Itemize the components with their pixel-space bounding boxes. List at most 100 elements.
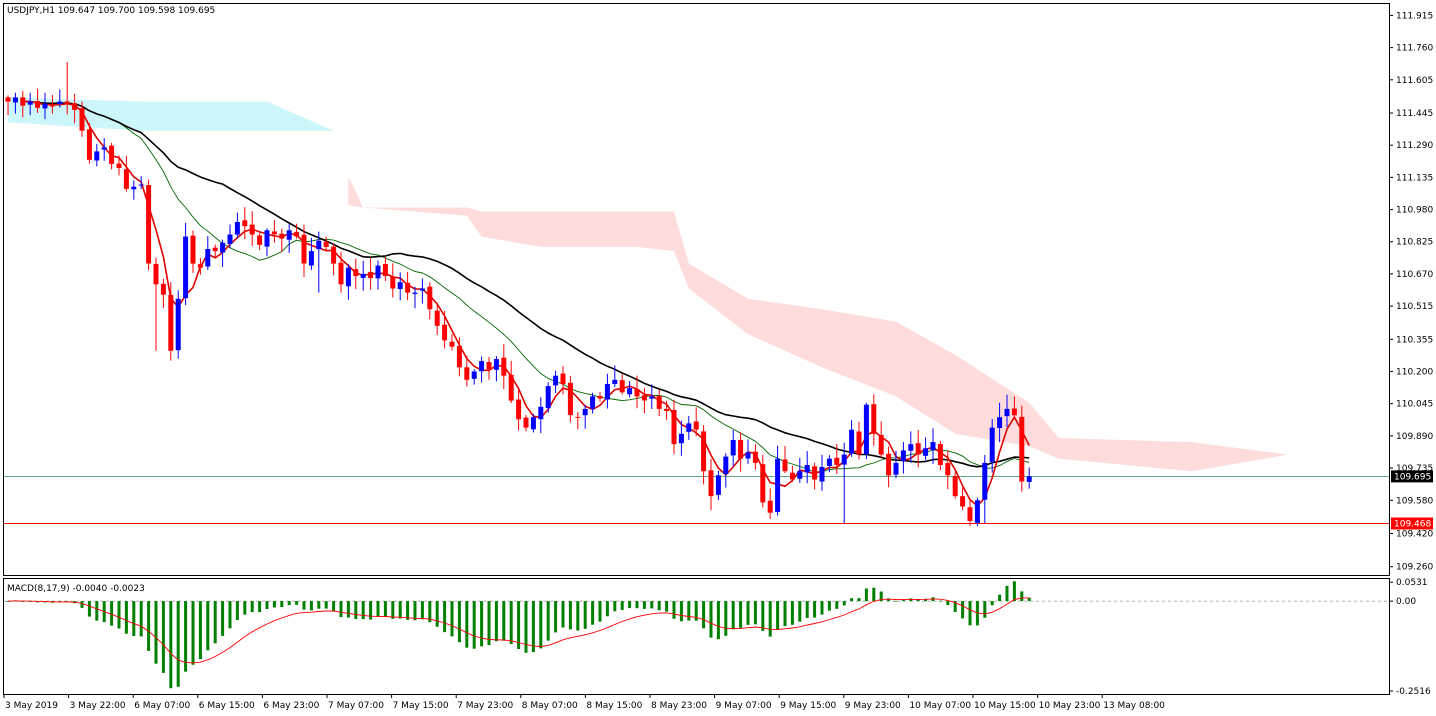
candle-body (1019, 416, 1025, 482)
macd-bar (983, 601, 987, 618)
candle-body (27, 101, 33, 105)
candle-body (678, 433, 684, 444)
candle-body (804, 465, 810, 473)
candle-body (701, 431, 707, 472)
candle-body (863, 404, 869, 455)
macd-bar (235, 601, 239, 620)
candle-body (123, 169, 129, 189)
macd-bar (302, 601, 306, 610)
candle-body (501, 357, 507, 376)
candle-body (146, 185, 152, 264)
macd-bar (361, 601, 365, 620)
candle-body (604, 384, 610, 400)
candle-body (308, 251, 314, 266)
price-tick-label: 111.915 (1396, 11, 1433, 21)
macd-bar (872, 587, 876, 602)
price-tick-label: 111.135 (1396, 173, 1433, 183)
candle-body (64, 101, 70, 104)
candle-body (915, 443, 921, 455)
candle-body (486, 362, 492, 370)
candle-body (523, 417, 529, 428)
candle-body (20, 97, 26, 106)
price-tick-label: 109.260 (1396, 563, 1433, 573)
macd-bar (753, 601, 757, 625)
macd-bar (124, 601, 128, 634)
candle-body (368, 271, 374, 279)
macd-bar (776, 601, 780, 630)
macd-bar (813, 601, 817, 618)
alert-price-label: 109.468 (1394, 520, 1431, 530)
macd-bar (339, 601, 343, 618)
macd-bar (598, 601, 602, 622)
macd-bar (642, 601, 646, 609)
macd-bar (332, 601, 336, 612)
candle-body (656, 396, 662, 409)
macd-bar (901, 600, 905, 602)
macd-bar (398, 601, 402, 619)
candle-body (493, 359, 499, 370)
time-axis: 3 May 2019 3 May 22:00 6 May 07:00 6 May 15… (3, 694, 1165, 711)
candle (175, 290, 181, 359)
candle-body (471, 371, 477, 379)
macd-bar (457, 601, 461, 643)
macd-bar (665, 601, 669, 612)
candle-body (160, 283, 166, 295)
time-tick-label: 10 May 23:00 (1039, 701, 1101, 711)
price-tick-label: 110.825 (1396, 238, 1433, 248)
candle-body (982, 462, 988, 500)
macd-bar (206, 601, 210, 651)
macd-bar (761, 601, 765, 631)
macd-bar (420, 601, 424, 620)
candle-body (723, 456, 729, 474)
candle-body (989, 427, 995, 462)
macd-bar (990, 601, 994, 606)
candle-body (508, 374, 514, 401)
candle-body (42, 103, 48, 109)
candle-body (257, 235, 263, 245)
macd-bar (250, 601, 254, 613)
macd-bar (502, 601, 506, 641)
macd-bar (1012, 581, 1016, 602)
symbol-info: USDJPY,H1 109.647 109.700 109.598 109.69… (7, 6, 215, 16)
candle-body (797, 471, 803, 479)
macd-bar (679, 601, 683, 622)
candle-body (693, 421, 699, 430)
candle-body (220, 242, 226, 253)
candle-body (967, 507, 973, 521)
candle-body (434, 310, 440, 326)
candle-body (427, 286, 433, 310)
candle-body (767, 500, 773, 513)
time-tick-label: 3 May 2019 (5, 701, 58, 711)
macd-bar (768, 601, 772, 637)
macd-bar (309, 601, 313, 611)
macd-bar (443, 601, 447, 633)
macd-bar (95, 601, 99, 621)
chart-canvas[interactable]: 111.915 111.760 111.605 111.445 111.290 111.1… (0, 0, 1436, 716)
macd-bar (147, 601, 151, 651)
candle-body (131, 186, 137, 190)
candle-body (79, 108, 85, 131)
candle-body (775, 458, 781, 512)
candle-body (316, 240, 322, 250)
time-tick-label: 10 May 07:00 (909, 701, 971, 711)
macd-bar (287, 601, 291, 606)
macd-bar (1005, 585, 1009, 602)
macd-bar (376, 601, 380, 617)
candle-body (945, 463, 951, 476)
candle-body (242, 220, 248, 227)
candle-body (952, 476, 958, 497)
macd-bar (391, 601, 395, 619)
macd-bar (657, 601, 661, 611)
candle-body (575, 416, 581, 418)
macd-bar (465, 601, 469, 648)
macd-bar (406, 601, 410, 620)
candle-body (390, 276, 396, 289)
candle-body (153, 263, 159, 285)
candle-body (168, 294, 174, 351)
macd-bar (739, 601, 743, 628)
macd-bar (221, 601, 225, 636)
macd-bar (546, 601, 550, 641)
price-tick-label: 110.200 (1396, 368, 1433, 378)
candle-body (900, 450, 906, 462)
candle (146, 179, 152, 271)
